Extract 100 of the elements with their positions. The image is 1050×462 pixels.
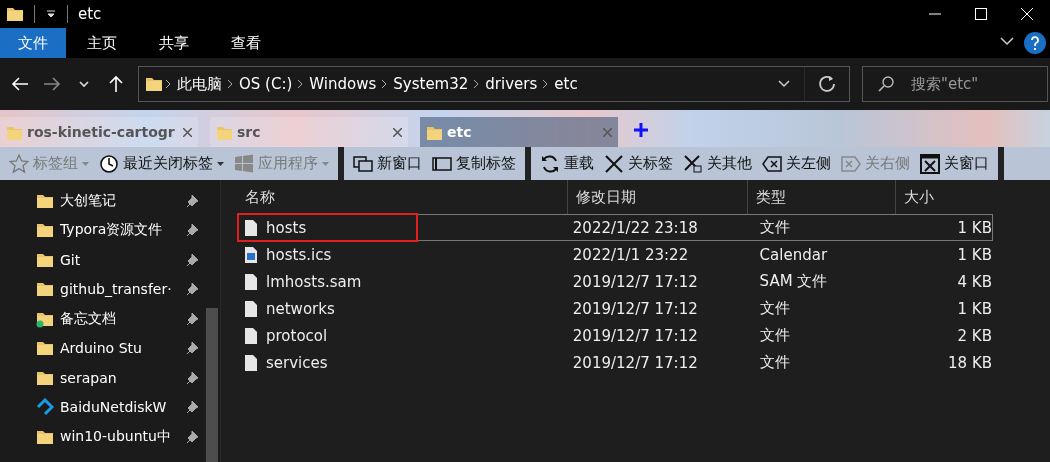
toolbar-button[interactable]: 关标签 (599, 148, 678, 179)
column-header[interactable]: 类型 (747, 180, 895, 214)
type-cell-text: SAM 文件 (758, 272, 829, 291)
type-cell-text: 文件 (758, 299, 791, 318)
breadcrumb-item[interactable]: 此电脑 (174, 74, 225, 94)
pin-icon[interactable] (187, 282, 200, 297)
help-button[interactable] (1024, 32, 1046, 54)
pin-icon[interactable] (187, 223, 200, 238)
calendar-file-icon (244, 245, 258, 264)
file-icon (244, 272, 258, 291)
size-cell-text: 1 KB (956, 218, 992, 237)
question-icon (1030, 36, 1040, 50)
toolbar-button[interactable]: 关其他 (678, 148, 757, 179)
ribbon-tab[interactable]: 主页 (66, 28, 138, 58)
toolbar-button[interactable]: 关窗口 (915, 148, 994, 179)
sidebar-item[interactable]: win10-ubuntu中 (0, 422, 204, 452)
back-icon (11, 75, 29, 93)
file-row[interactable]: lmhosts.sam 2019/12/7 17:12 SAM 文件 4 KB (237, 268, 993, 295)
file-row[interactable]: protocol 2019/12/7 17:12 文件 2 KB (237, 322, 993, 349)
diamond-logo-icon (36, 398, 54, 417)
toolbar-button[interactable]: 关左侧 (757, 148, 836, 179)
pin-icon[interactable] (187, 429, 200, 444)
sidebar-item[interactable]: serapan (0, 363, 204, 393)
file-name: hosts (266, 218, 307, 237)
column-header[interactable]: 修改日期 (567, 180, 747, 214)
folder-icon (36, 280, 54, 299)
chevron-down-icon[interactable] (1000, 36, 1014, 46)
sidebar-item[interactable]: github_transfer· (0, 274, 204, 304)
sidebar-item[interactable]: Typora资源文件 (0, 215, 204, 245)
file-name: lmhosts.sam (266, 272, 362, 291)
size-cell-text: 1 KB (956, 299, 992, 318)
windows-icon (353, 153, 373, 174)
refresh-icon (818, 75, 836, 93)
size-cell-text: 2 KB (956, 326, 992, 345)
toolbar-button[interactable]: 复制标签 (427, 148, 521, 179)
breadcrumb-chevron-icon (165, 79, 172, 89)
close-icon (1021, 8, 1033, 20)
ribbon-tab[interactable]: 查看 (210, 28, 282, 58)
sidebar-item[interactable]: 备忘文档 (0, 304, 204, 334)
folder-icon (36, 221, 54, 240)
search-icon (878, 76, 894, 92)
folder-icon (426, 124, 442, 140)
address-bar[interactable]: 此电脑 OS (C:) Windows System32 drivers etc (138, 66, 850, 102)
breadcrumb-item[interactable]: etc (551, 75, 581, 93)
file-name: services (266, 353, 328, 372)
folder-tab[interactable]: src (210, 117, 408, 147)
close-tab-icon (393, 127, 402, 137)
sidebar-item[interactable]: 大创笔记 (0, 186, 204, 216)
breadcrumb-item[interactable]: System32 (390, 75, 472, 93)
ribbon-tab[interactable]: 共享 (138, 28, 210, 58)
type-cell-text: 文件 (758, 218, 791, 237)
type-cell-text: 文件 (758, 353, 791, 372)
folder-icon (145, 75, 163, 93)
forward-icon (43, 75, 61, 93)
close-left-icon (762, 153, 782, 174)
breadcrumb-item[interactable]: drivers (482, 75, 541, 93)
window-title: etc (78, 5, 102, 23)
breadcrumb-chevron-icon (297, 79, 305, 89)
pin-icon[interactable] (187, 341, 200, 356)
pin-icon[interactable] (187, 193, 200, 208)
breadcrumb-chevron-icon (227, 79, 234, 89)
file-row[interactable]: networks 2019/12/7 17:12 文件 1 KB (237, 295, 993, 322)
file-row[interactable]: hosts.ics 2022/1/1 23:22 Calendar 1 KB (237, 241, 993, 268)
date-cell-text: 2019/12/7 17:12 (571, 299, 699, 318)
size-cell-text: 1 KB (956, 245, 992, 264)
clock-icon (99, 153, 119, 174)
breadcrumb-chevron-icon (473, 79, 481, 89)
column-header[interactable]: 名称 (237, 180, 567, 214)
scrollbar-thumb[interactable] (206, 308, 218, 462)
file-name: protocol (266, 326, 328, 345)
windows-logo-icon (234, 153, 254, 174)
folder-icon (6, 5, 24, 23)
pin-icon[interactable] (187, 252, 200, 267)
pin-icon[interactable] (187, 311, 200, 326)
close-icon (604, 153, 624, 174)
close-tab-icon (603, 127, 612, 137)
plus-icon (634, 123, 648, 137)
toolbar-button[interactable]: 最近关闭标签 (94, 148, 229, 179)
file-row[interactable]: hosts 2022/1/22 23:18 文件 1 KB (237, 214, 993, 241)
pin-icon[interactable] (187, 370, 200, 385)
folder-icon (36, 339, 54, 358)
type-cell-text: Calendar (758, 245, 829, 264)
sidebar-item[interactable]: BaiduNetdiskW (0, 392, 204, 422)
date-cell-text: 2022/1/22 23:18 (571, 218, 699, 237)
file-icon (244, 299, 258, 318)
pin-icon[interactable] (187, 400, 200, 415)
sidebar-item[interactable]: Git (0, 245, 204, 275)
breadcrumb-item[interactable]: Windows (306, 75, 380, 93)
sidebar-item[interactable]: Arduino Stu (0, 333, 204, 363)
close-others-icon (683, 153, 703, 174)
toolbar-button[interactable]: 新窗口 (348, 148, 427, 179)
column-header[interactable]: 大小 (895, 180, 995, 214)
toolbar-button[interactable]: 重载 (535, 148, 599, 179)
file-row[interactable]: services 2019/12/7 17:12 文件 18 KB (237, 349, 993, 376)
folder-tab[interactable]: ros-kinetic-cartogr (0, 117, 198, 147)
breadcrumb-item[interactable]: OS (C:) (236, 75, 296, 93)
search-field[interactable]: 搜索"etc" (862, 66, 1048, 102)
ribbon-tab[interactable]: 文件 (0, 28, 66, 58)
size-cell-text: 18 KB (947, 353, 992, 372)
dropdown-icon[interactable] (45, 8, 57, 20)
